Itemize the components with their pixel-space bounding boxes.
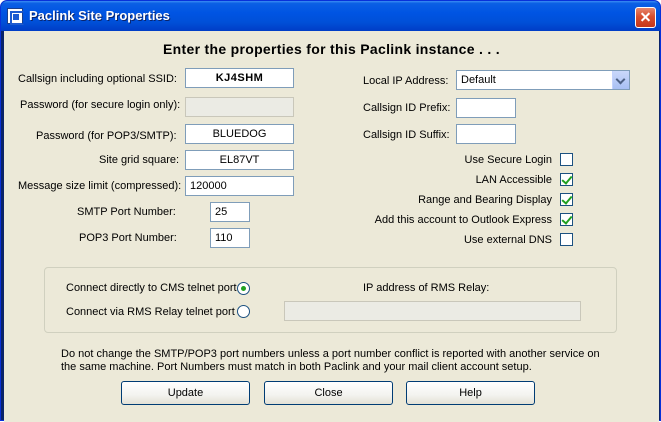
smtp-port-input[interactable]: 25 [210, 202, 250, 222]
title-bar[interactable]: Paclink Site Properties [1, 1, 660, 31]
callsign-prefix-label: Callsign ID Prefix: [363, 102, 451, 114]
password-pop3-input[interactable]: BLUEDOG [185, 124, 294, 144]
connect-relay-radio[interactable] [237, 305, 250, 318]
local-ip-label: Local IP Address: [363, 75, 449, 87]
message-size-label: Message size limit (compressed): [18, 180, 182, 192]
external-dns-label: Use external DNS [463, 234, 552, 246]
callsign-input[interactable]: KJ4SHM [185, 68, 294, 88]
local-ip-value: Default [461, 74, 496, 86]
callsign-prefix-input[interactable] [456, 98, 516, 118]
external-dns-checkbox[interactable] [560, 233, 573, 246]
lan-accessible-label: LAN Accessible [475, 174, 552, 186]
pop3-port-label: POP3 Port Number: [79, 232, 177, 244]
outlook-express-label: Add this account to Outlook Express [374, 214, 552, 226]
chevron-down-icon[interactable] [612, 71, 629, 89]
pop3-port-input[interactable]: 110 [210, 228, 250, 248]
connect-relay-label: Connect via RMS Relay telnet port [66, 306, 235, 318]
range-bearing-label: Range and Bearing Display [418, 194, 552, 206]
connect-direct-radio[interactable] [237, 282, 250, 295]
relay-ip-input[interactable] [284, 301, 581, 321]
local-ip-select[interactable]: Default [456, 70, 630, 90]
page-title: Enter the properties for this Paclink in… [163, 41, 500, 57]
password-secure-label: Password (for secure login only): [20, 99, 181, 111]
paclink-app-icon [7, 8, 24, 25]
grid-square-input[interactable]: EL87VT [185, 150, 294, 170]
port-warning-note: Do not change the SMTP/POP3 port numbers… [61, 348, 600, 373]
lan-accessible-checkbox[interactable] [560, 173, 573, 186]
message-size-input[interactable]: 120000 [185, 176, 294, 196]
use-secure-login-checkbox[interactable] [560, 153, 573, 166]
update-button[interactable]: Update [121, 381, 250, 405]
relay-ip-label: IP address of RMS Relay: [363, 282, 490, 294]
dialog-window: Paclink Site Properties Enter the proper… [0, 0, 661, 422]
grid-square-label: Site grid square: [99, 154, 180, 166]
close-window-button[interactable] [635, 7, 656, 28]
password-secure-input[interactable] [185, 97, 294, 117]
window-title: Paclink Site Properties [29, 8, 170, 23]
outlook-express-checkbox[interactable] [560, 213, 573, 226]
use-secure-login-label: Use Secure Login [464, 154, 552, 166]
range-bearing-checkbox[interactable] [560, 193, 573, 206]
dialog-body: Enter the properties for this Paclink in… [4, 31, 659, 422]
connect-direct-label: Connect directly to CMS telnet port [66, 282, 237, 294]
connection-group [44, 267, 617, 333]
password-pop3-label: Password (for POP3/SMTP): [36, 130, 177, 142]
callsign-suffix-label: Callsign ID Suffix: [363, 129, 450, 141]
callsign-label: Callsign including optional SSID: [18, 73, 177, 85]
close-button[interactable]: Close [264, 381, 393, 405]
smtp-port-label: SMTP Port Number: [77, 206, 176, 218]
callsign-suffix-input[interactable] [456, 124, 516, 144]
help-button[interactable]: Help [406, 381, 535, 405]
